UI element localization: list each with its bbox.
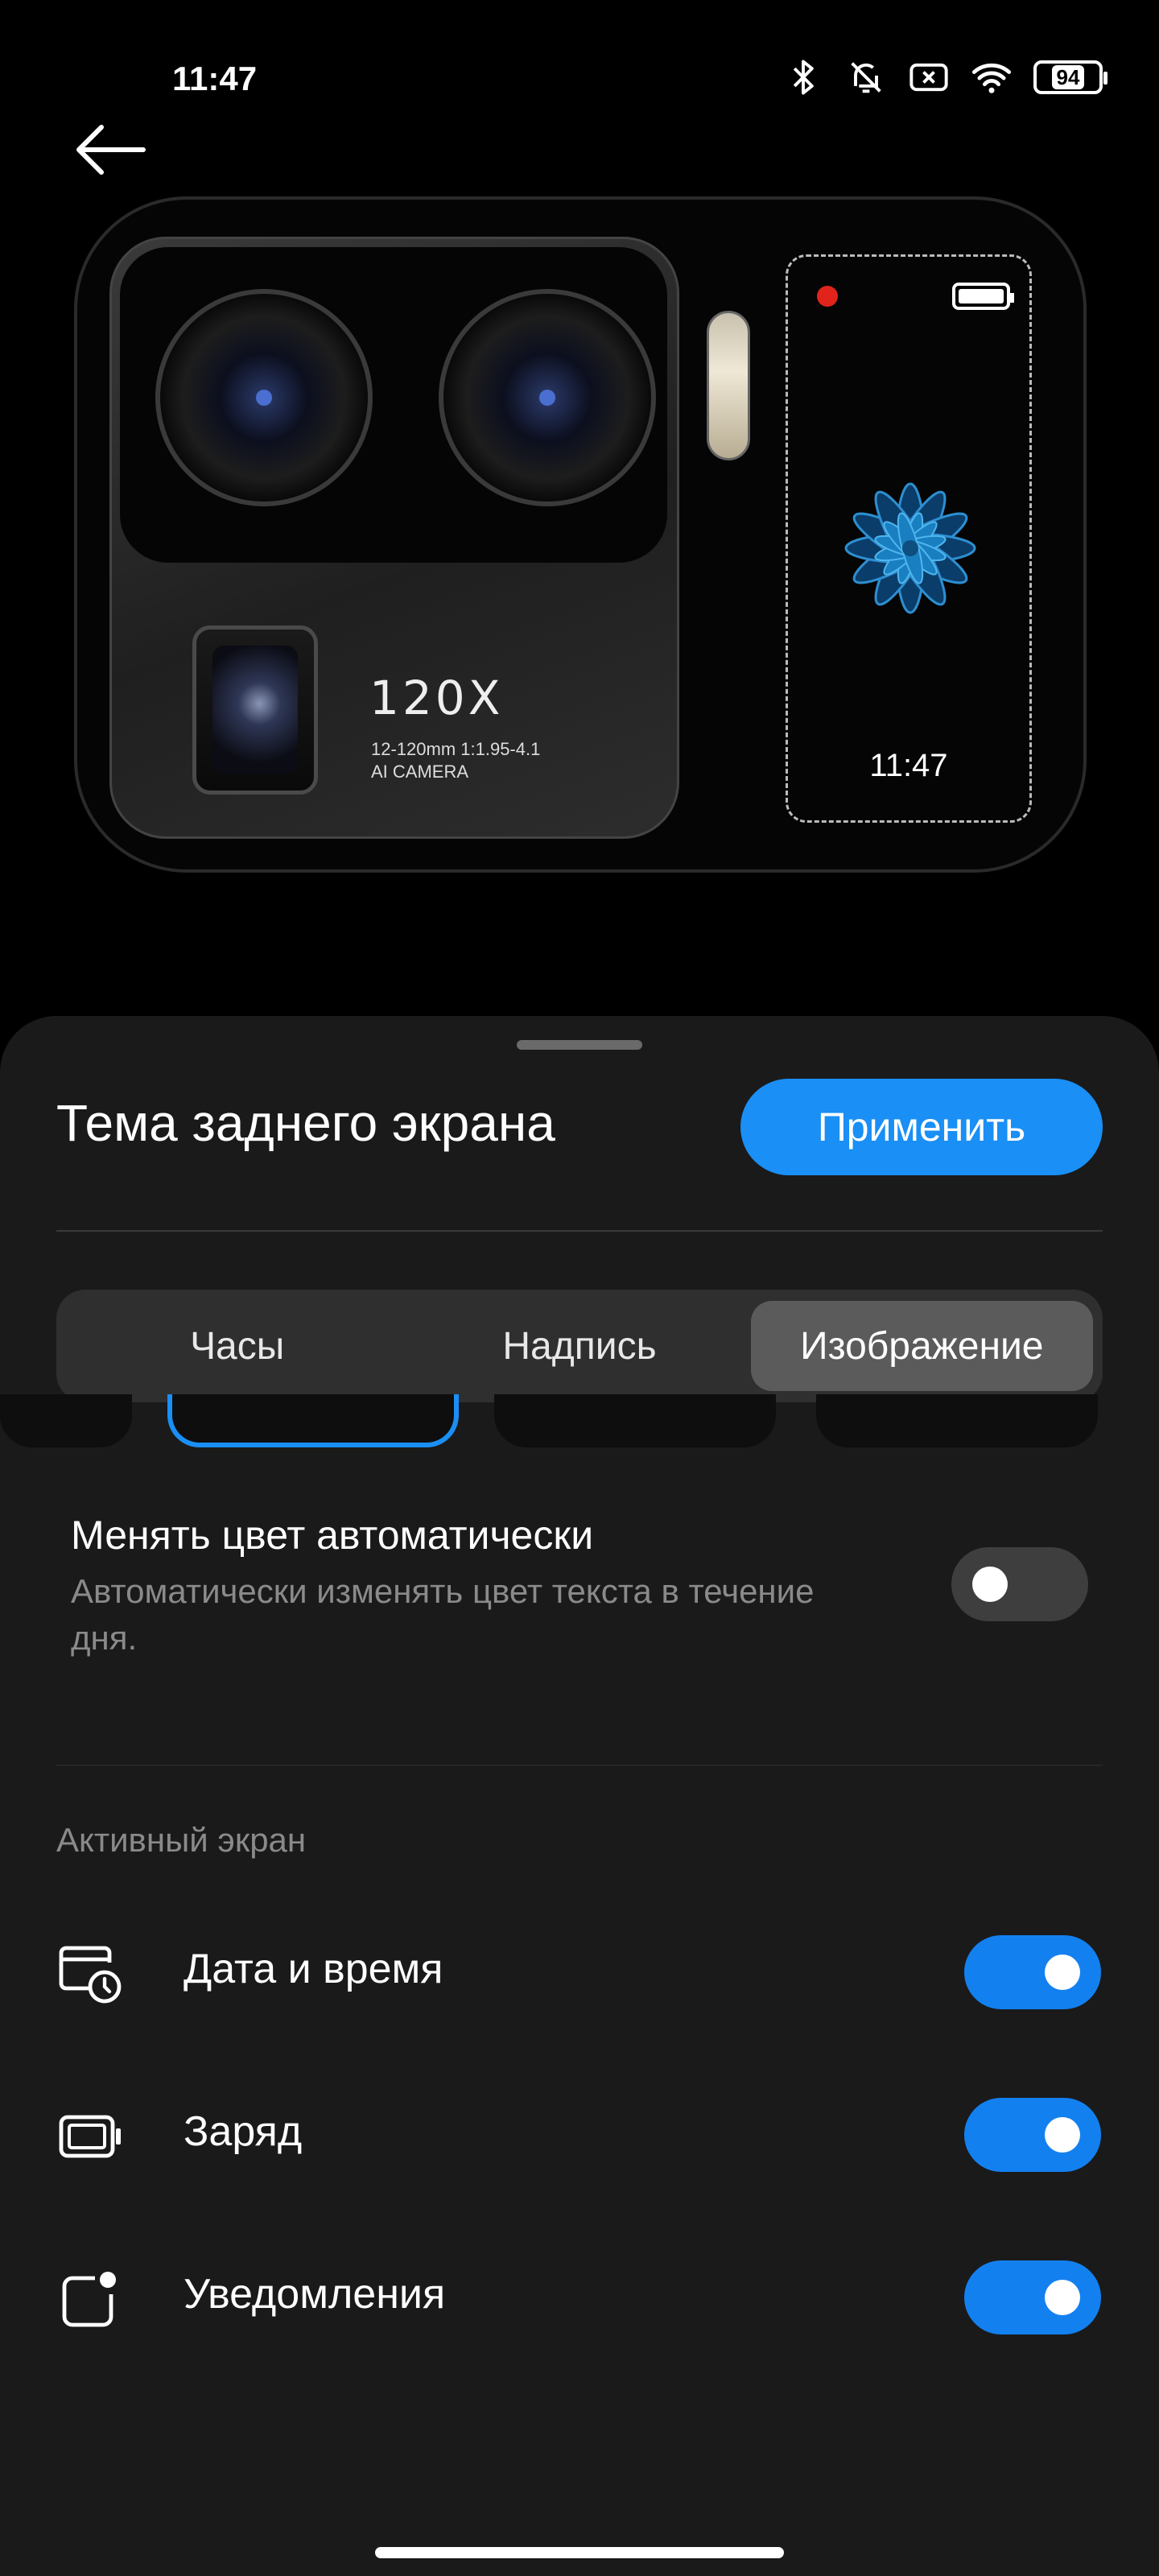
camera-module: 120X 12-120mm 1:1.95-4.1 AI CAMERA xyxy=(109,237,679,839)
rear-battery-icon xyxy=(952,283,1014,310)
bottom-sheet: Тема заднего экрана Применить Часы Надпи… xyxy=(0,1016,1159,2576)
rear-screen-time: 11:47 xyxy=(869,748,948,783)
tab-inscription[interactable]: Надпись xyxy=(408,1301,750,1391)
notification-icon xyxy=(62,2272,116,2327)
toggle-knob xyxy=(1045,2280,1080,2315)
bluetooth-icon xyxy=(793,60,814,95)
image-thumbnail[interactable] xyxy=(0,1394,132,1447)
status-time: 11:47 xyxy=(172,60,258,97)
status-icons: 94 xyxy=(782,56,1107,98)
toggle-knob xyxy=(1045,2117,1080,2153)
date-time-toggle[interactable] xyxy=(964,1935,1101,2009)
flower-image-icon xyxy=(844,482,976,614)
no-sim-icon xyxy=(909,63,948,92)
apply-button[interactable]: Применить xyxy=(740,1079,1103,1175)
camera-specs-label: 12-120mm 1:1.95-4.1 AI CAMERA xyxy=(371,739,541,782)
image-thumbnail-strip xyxy=(0,1394,1159,1451)
back-arrow-icon[interactable] xyxy=(71,121,148,179)
notifications-toggle[interactable] xyxy=(964,2260,1101,2334)
recording-dot-icon xyxy=(817,286,838,307)
home-indicator[interactable] xyxy=(375,2547,784,2558)
list-item-battery: Заряд xyxy=(184,2108,303,2155)
drag-handle[interactable] xyxy=(517,1040,642,1050)
section-label-active-screen: Активный экран xyxy=(56,1821,307,1859)
battery-indicator: 94 xyxy=(1033,60,1107,94)
camera-lens-icon xyxy=(439,289,656,506)
tab-clock[interactable]: Часы xyxy=(66,1301,408,1391)
battery-icon xyxy=(59,2115,121,2158)
vibrate-off-icon xyxy=(851,62,881,93)
wifi-icon xyxy=(971,63,1012,93)
auto-color-title: Менять цвет автоматически xyxy=(71,1513,594,1558)
auto-color-subtitle: Автоматически изменять цвет текста в теч… xyxy=(71,1572,815,1657)
rear-screen-display: 11:47 xyxy=(786,254,1032,823)
periscope-lens-icon xyxy=(192,625,318,795)
tab-image[interactable]: Изображение xyxy=(750,1301,1093,1391)
page-title: Тема заднего экрана xyxy=(56,1094,555,1152)
camera-zoom-label: 120X xyxy=(369,671,504,725)
list-item-notifications: Уведомления xyxy=(184,2271,446,2318)
battery-level: 94 xyxy=(1051,65,1085,89)
camera-lens-icon xyxy=(155,289,373,506)
image-thumbnail[interactable] xyxy=(816,1394,1098,1447)
flash-icon xyxy=(707,311,750,460)
toggle-knob xyxy=(972,1567,1008,1602)
battery-toggle[interactable] xyxy=(964,2098,1101,2172)
list-item-date-time: Дата и время xyxy=(184,1946,443,1992)
calendar-clock-icon xyxy=(59,1946,122,2004)
toggle-knob xyxy=(1045,1955,1080,1990)
image-thumbnail[interactable] xyxy=(494,1394,776,1447)
divider xyxy=(56,1765,1103,1766)
tab-selector: Часы Надпись Изображение xyxy=(56,1290,1103,1402)
auto-color-toggle[interactable] xyxy=(951,1547,1088,1621)
image-thumbnail-selected[interactable] xyxy=(167,1394,459,1447)
divider xyxy=(56,1230,1103,1232)
rear-screen-preview: 120X 12-120mm 1:1.95-4.1 AI CAMERA 11:47 xyxy=(74,196,1087,873)
status-bar: 11:47 94 xyxy=(0,0,1159,153)
camera-lens-panel xyxy=(120,247,667,563)
